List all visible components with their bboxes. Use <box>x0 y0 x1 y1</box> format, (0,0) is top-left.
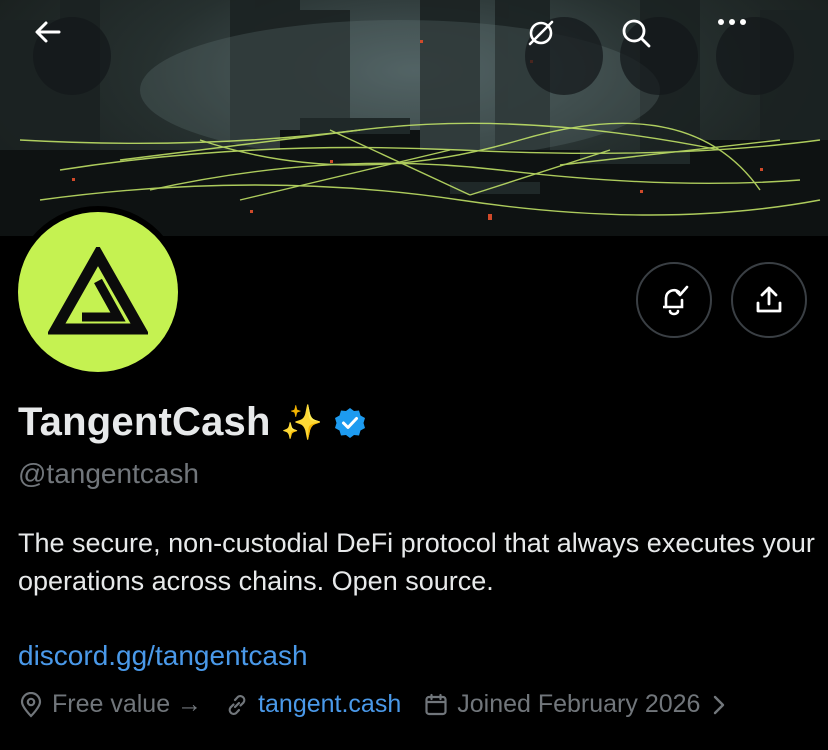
arrow-left-icon <box>35 21 61 43</box>
website-item[interactable]: tangent.cash <box>224 690 401 719</box>
more-button[interactable] <box>716 17 794 95</box>
location-pin-icon <box>20 691 42 718</box>
joined-item[interactable]: Joined February 2026 <box>423 690 726 719</box>
location-item[interactable]: Free value → <box>18 690 202 719</box>
profile-bio: The secure, non-custodial DeFi protocol … <box>18 528 815 596</box>
avatar[interactable] <box>12 206 184 378</box>
back-button[interactable] <box>33 17 111 95</box>
display-name: TangentCash <box>18 400 271 444</box>
profile-meta-row: Free value → tangent.cash Joined Februar… <box>18 690 748 719</box>
profile-name-row: TangentCash ✨ <box>18 400 367 445</box>
search-button[interactable] <box>620 17 698 95</box>
chevron-right-icon <box>714 695 725 714</box>
sparkles-emoji: ✨ <box>280 403 323 442</box>
joined-text: Joined February 2026 <box>457 690 701 718</box>
website-link[interactable]: tangent.cash <box>258 690 401 719</box>
share-button[interactable] <box>731 262 807 338</box>
link-icon <box>228 694 246 715</box>
profile-banner[interactable] <box>0 0 828 236</box>
profile-handle: @tangentcash <box>18 458 199 489</box>
more-icon <box>718 19 746 25</box>
grok-icon <box>528 20 554 46</box>
calendar-icon <box>425 693 447 715</box>
tangentcash-logo <box>48 247 148 335</box>
avatar-image <box>18 212 178 372</box>
share-icon <box>756 286 782 313</box>
bio-link[interactable]: discord.gg/tangentcash <box>18 640 308 672</box>
notifications-button[interactable] <box>636 262 712 338</box>
grok-button[interactable] <box>525 17 603 95</box>
banner-image <box>0 0 828 236</box>
location-text: Free value → <box>52 690 203 718</box>
search-icon <box>622 19 651 48</box>
verified-badge-icon[interactable] <box>333 406 367 440</box>
bell-check-icon <box>663 285 689 316</box>
